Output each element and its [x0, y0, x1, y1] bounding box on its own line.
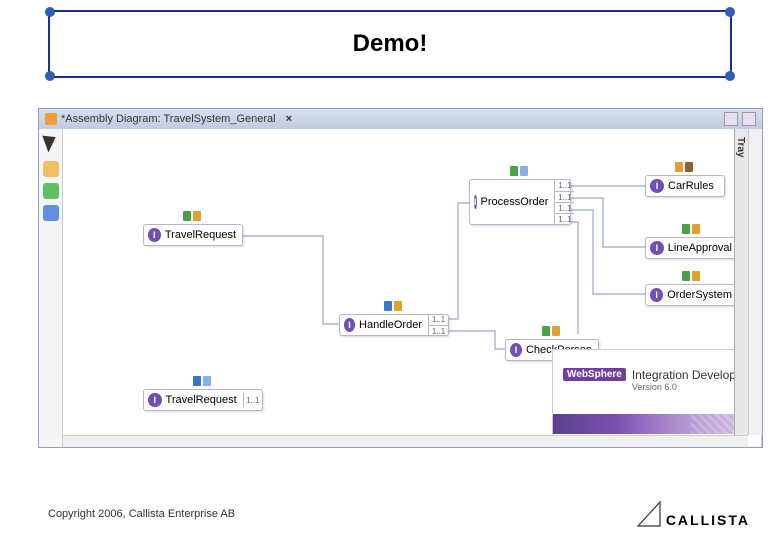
node-travel-request[interactable]: I TravelRequest	[143, 224, 243, 246]
maximize-icon[interactable]	[724, 112, 738, 126]
websphere-badge: WebSphere	[563, 368, 626, 381]
interface-icon: I	[650, 241, 664, 255]
close-icon[interactable]: ×	[286, 113, 292, 125]
node-label: OrderSystem	[667, 289, 738, 301]
logo-text: CALLISTA	[666, 512, 750, 528]
palette-item-icon[interactable]	[43, 161, 59, 177]
node-port[interactable]: 1..1	[554, 202, 574, 213]
brand-stripe	[553, 414, 761, 434]
handle-icon[interactable]	[45, 7, 55, 17]
node-port[interactable]: 1..1	[554, 191, 574, 202]
tab-title-text: *Assembly Diagram: TravelSystem_General	[61, 113, 276, 125]
interface-icon: I	[474, 195, 477, 209]
restore-icon[interactable]	[742, 112, 756, 126]
diagram-canvas[interactable]: I TravelRequest I TravelRequest 1..1 I H…	[63, 129, 762, 448]
product-version: Version 6.0	[632, 382, 747, 392]
cursor-tool-icon[interactable]	[42, 131, 59, 152]
component-icon	[510, 166, 530, 178]
interface-icon: I	[510, 343, 522, 357]
component-icon	[193, 376, 213, 388]
interface-icon: I	[148, 393, 162, 407]
node-line-approval[interactable]: I LineApproval	[645, 237, 739, 259]
interface-icon: I	[148, 228, 161, 242]
assembly-diagram-window: *Assembly Diagram: TravelSystem_General …	[38, 108, 763, 448]
node-label: TravelRequest	[165, 229, 242, 241]
node-label: CarRules	[668, 180, 720, 192]
node-port[interactable]: 1..1	[428, 325, 448, 336]
horizontal-scrollbar[interactable]	[63, 435, 748, 448]
component-icon	[183, 211, 203, 223]
node-label: TravelRequest	[166, 394, 243, 406]
title-frame: Demo!	[48, 10, 732, 78]
node-order-system[interactable]: I OrderSystem	[645, 284, 739, 306]
handle-icon[interactable]	[725, 71, 735, 81]
handle-icon[interactable]	[45, 71, 55, 81]
vertical-scrollbar[interactable]	[748, 129, 762, 435]
interface-icon: I	[344, 318, 355, 332]
interface-icon: I	[650, 179, 664, 193]
node-handle-order[interactable]: I HandleOrder 1..1 1..1	[339, 314, 449, 336]
node-label: HandleOrder	[359, 319, 428, 331]
node-port[interactable]: 1..1	[554, 180, 574, 191]
node-port[interactable]: 1..1	[243, 393, 262, 407]
component-icon	[682, 224, 702, 236]
palette-item-icon[interactable]	[43, 183, 59, 199]
component-icon	[542, 326, 562, 338]
component-icon	[384, 301, 404, 313]
node-label: LineApproval	[668, 242, 738, 254]
tray-label: Tray	[735, 137, 746, 158]
callista-logo: CALLISTA	[636, 500, 750, 528]
palette-item-icon[interactable]	[43, 205, 59, 221]
window-titlebar: *Assembly Diagram: TravelSystem_General …	[39, 109, 762, 129]
node-port[interactable]: 1..1	[428, 314, 448, 325]
node-car-rules[interactable]: I CarRules	[645, 175, 725, 197]
component-icon	[682, 271, 702, 283]
node-process-order[interactable]: I ProcessOrder 1..1 1..1 1..1 1..1	[469, 179, 571, 225]
handle-icon[interactable]	[725, 7, 735, 17]
diagram-icon	[45, 113, 57, 125]
page-title: Demo!	[50, 12, 730, 76]
editor-tab[interactable]: *Assembly Diagram: TravelSystem_General …	[45, 113, 292, 125]
copyright-text: Copyright 2006, Callista Enterprise AB	[48, 508, 235, 520]
node-label: ProcessOrder	[481, 196, 555, 208]
component-icon	[675, 162, 695, 174]
tray-panel[interactable]: Tray	[734, 129, 748, 435]
interface-icon: I	[650, 288, 663, 302]
logo-triangle-icon	[636, 500, 662, 528]
node-port[interactable]: 1..1	[554, 213, 574, 224]
product-brand-panel: WebSphere Integration Developer Version …	[552, 349, 762, 448]
product-name: Integration Developer	[632, 368, 747, 382]
tool-palette	[39, 129, 63, 448]
node-travel-request-2[interactable]: I TravelRequest 1..1	[143, 389, 263, 411]
